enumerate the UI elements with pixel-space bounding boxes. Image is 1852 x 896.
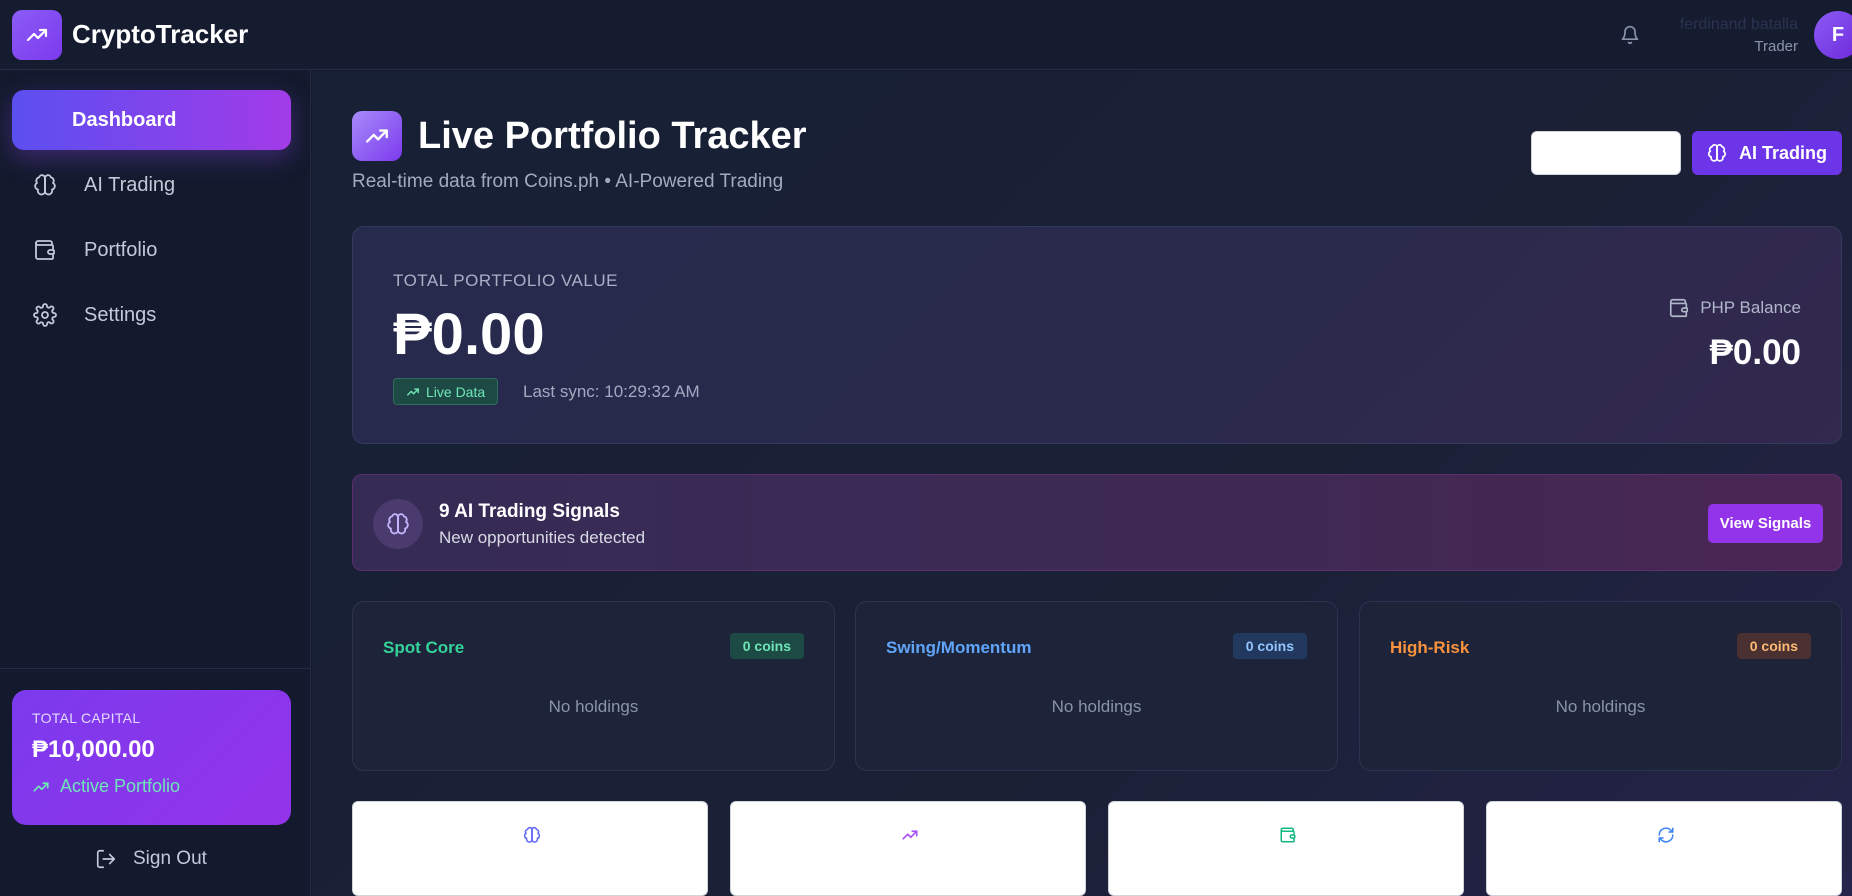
view-signals-button[interactable]: View Signals xyxy=(1708,504,1823,543)
trending-up-icon xyxy=(12,9,62,60)
sign-out-button[interactable]: Sign Out xyxy=(95,848,207,870)
sidebar-item-label: Dashboard xyxy=(72,108,177,131)
user-role: Trader xyxy=(1754,37,1798,55)
page-subtitle: Real-time data from Coins.ph • AI-Powere… xyxy=(352,171,784,192)
brain-icon xyxy=(523,826,541,844)
action-card-trending[interactable] xyxy=(730,801,1086,896)
sidebar-item-label: Portfolio xyxy=(84,238,158,261)
bucket-name: High-Risk xyxy=(1390,638,1470,657)
brain-icon xyxy=(373,499,423,549)
capital-status: Active Portfolio xyxy=(32,776,271,797)
top-bar: CryptoTracker ferdinand batalla Trader F xyxy=(0,0,1852,70)
wallet-icon xyxy=(1279,826,1297,844)
last-sync: Last sync: 10:29:32 AM xyxy=(523,382,700,401)
sidebar-divider xyxy=(0,668,311,669)
bucket-coin-count: 0 coins xyxy=(729,633,804,659)
main-content: Live Portfolio Tracker Real-time data fr… xyxy=(312,71,1852,896)
bucket-spot-core[interactable]: Spot Core 0 coins No holdings xyxy=(352,601,835,771)
action-card-refresh[interactable] xyxy=(1486,801,1842,896)
brand[interactable]: CryptoTracker xyxy=(12,9,249,60)
bucket-swing-momentum[interactable]: Swing/Momentum 0 coins No holdings xyxy=(855,601,1338,771)
avatar[interactable]: F xyxy=(1814,11,1852,59)
bucket-coin-count: 0 coins xyxy=(1736,633,1811,659)
signals-title: 9 AI Trading Signals xyxy=(439,501,620,522)
capital-label: TOTAL CAPITAL xyxy=(32,710,141,726)
header-blank-button[interactable] xyxy=(1531,131,1681,175)
bucket-name: Swing/Momentum xyxy=(886,638,1032,657)
portfolio-value-card: TOTAL PORTFOLIO VALUE ₱0.00 Live Data La… xyxy=(352,226,1842,444)
php-balance-text: PHP Balance xyxy=(1700,298,1801,317)
php-balance-label: PHP Balance xyxy=(1668,297,1801,319)
app-name: CryptoTracker xyxy=(72,19,249,49)
wallet-icon xyxy=(32,237,58,263)
live-data-badge: Live Data xyxy=(393,378,499,405)
bell-icon[interactable] xyxy=(1618,23,1642,47)
sign-out-label: Sign Out xyxy=(133,848,207,869)
capital-value: ₱10,000.00 xyxy=(32,736,155,763)
sidebar-item-ai-trading[interactable]: AI Trading xyxy=(12,155,291,215)
ai-trading-button-label: AI Trading xyxy=(1738,142,1827,163)
bucket-coin-count: 0 coins xyxy=(1232,633,1307,659)
sidebar-item-label: AI Trading xyxy=(84,173,176,196)
logout-icon xyxy=(95,848,117,870)
refresh-icon xyxy=(1657,826,1675,844)
total-capital-card: TOTAL CAPITAL ₱10,000.00 Active Portfoli… xyxy=(12,690,291,825)
sidebar-item-dashboard[interactable]: Dashboard xyxy=(12,90,291,150)
bucket-empty-text: No holdings xyxy=(1051,697,1142,716)
bucket-name: Spot Core xyxy=(383,638,465,657)
bucket-empty-text: No holdings xyxy=(548,697,639,716)
sidebar-item-portfolio[interactable]: Portfolio xyxy=(12,220,291,280)
trending-up-icon xyxy=(32,778,50,796)
user-name: ferdinand batalla xyxy=(1679,15,1798,33)
live-data-label: Live Data xyxy=(426,383,486,400)
trending-up-icon xyxy=(352,111,402,161)
gear-icon xyxy=(32,302,58,328)
action-card-ai[interactable] xyxy=(352,801,708,896)
wallet-icon xyxy=(1668,297,1690,319)
trending-up-icon xyxy=(406,385,420,399)
bucket-empty-text: No holdings xyxy=(1555,697,1646,716)
ai-signals-banner: 9 AI Trading Signals New opportunities d… xyxy=(352,474,1842,571)
php-balance-value: ₱0.00 xyxy=(1709,333,1801,372)
capital-status-text: Active Portfolio xyxy=(60,776,181,796)
sidebar: Dashboard AI Trading Portfolio Settings … xyxy=(0,70,311,896)
user-info[interactable]: ferdinand batalla Trader xyxy=(1680,16,1798,55)
ai-trading-button[interactable]: AI Trading xyxy=(1692,131,1842,175)
signals-subtitle: New opportunities detected xyxy=(439,528,646,547)
page-title: Live Portfolio Tracker xyxy=(418,115,807,157)
sidebar-item-label: Settings xyxy=(84,303,157,326)
trending-up-icon xyxy=(901,826,919,844)
action-card-wallet[interactable] xyxy=(1108,801,1464,896)
brain-icon xyxy=(32,172,58,198)
portfolio-value: ₱0.00 xyxy=(393,302,545,367)
brain-icon xyxy=(1707,143,1727,163)
portfolio-value-label: TOTAL PORTFOLIO VALUE xyxy=(393,271,618,290)
sidebar-item-settings[interactable]: Settings xyxy=(12,285,291,345)
bucket-high-risk[interactable]: High-Risk 0 coins No holdings xyxy=(1359,601,1842,771)
